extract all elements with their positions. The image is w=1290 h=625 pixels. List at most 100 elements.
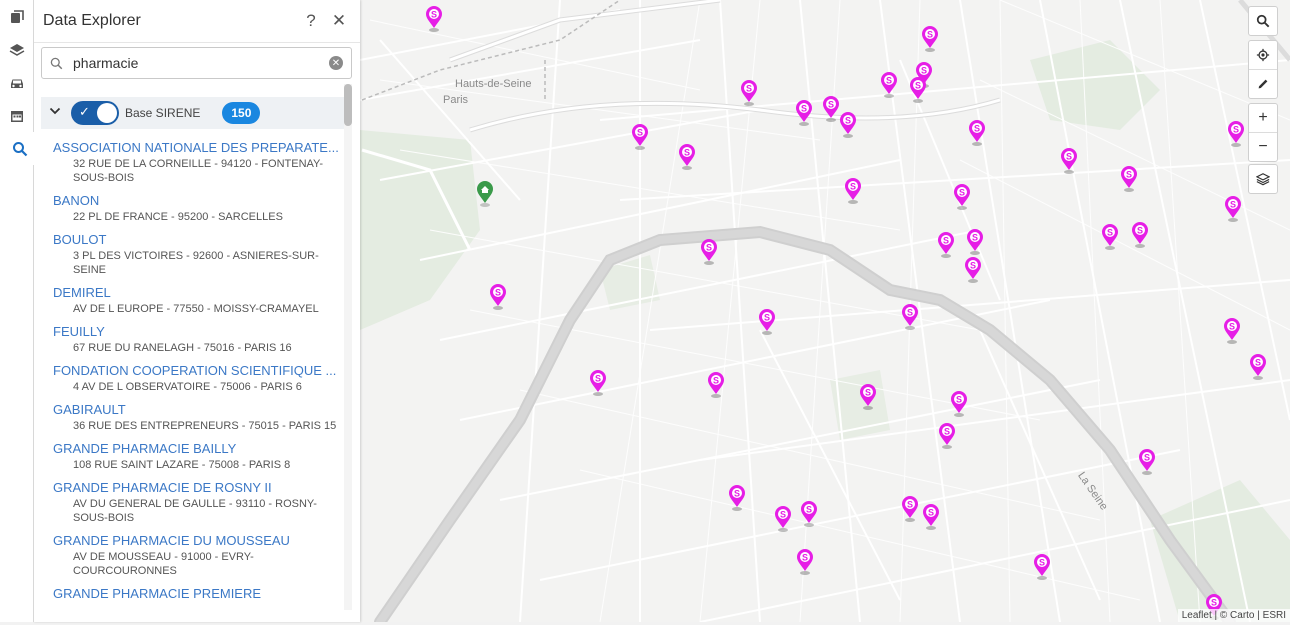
pharmacy-marker[interactable]: S [901,496,919,522]
pharmacy-marker[interactable]: S [1224,196,1242,222]
result-title[interactable]: GRANDE PHARMACIE DU MOUSSEAU [53,533,343,548]
list-item[interactable]: FONDATION COOPERATION SCIENTIFIQUE ... 4 … [53,363,343,394]
home-marker[interactable] [476,181,494,207]
pharmacy-marker[interactable]: S [938,423,956,449]
check-icon: ✓ [79,104,90,119]
list-item[interactable]: GRANDE PHARMACIE DU MOUSSEAU AV DE MOUSSE… [53,533,343,578]
list-item[interactable]: GRANDE PHARMACIE DE ROSNY II AV DU GENERA… [53,480,343,525]
pharmacy-marker[interactable]: S [1101,224,1119,250]
svg-text:S: S [928,508,934,518]
svg-text:S: S [972,233,978,243]
scrollbar[interactable] [344,84,352,610]
result-address: AV DU GENERAL DE GAULLE - 93110 - ROSNY-… [73,498,317,524]
pharmacy-marker[interactable]: S [1120,166,1138,192]
pharmacy-marker[interactable]: S [1227,121,1245,147]
pharmacy-marker[interactable]: S [1033,554,1051,580]
search-icon[interactable] [0,132,36,165]
pharmacy-marker[interactable]: S [707,372,725,398]
locate-button[interactable] [1249,41,1277,69]
pharmacy-marker[interactable]: S [964,257,982,283]
list-item[interactable]: GRANDE PHARMACIE PREMIERE [53,586,343,601]
layer-row: ✓ Base SIRENE 150 [41,97,345,129]
layers-icon[interactable] [0,33,33,66]
result-count-badge: 150 [222,102,261,124]
pharmacy-marker[interactable]: S [921,26,939,52]
car-icon[interactable] [0,66,33,99]
pharmacy-marker[interactable]: S [678,144,696,170]
search-input[interactable] [71,54,329,72]
result-title[interactable]: GRANDE PHARMACIE BAILLY [53,441,343,456]
pharmacy-marker[interactable]: S [950,391,968,417]
pharmacy-marker[interactable]: S [859,384,877,410]
list-item[interactable]: BANON 22 PL DE FRANCE - 95200 - SARCELLES [53,193,343,224]
result-title[interactable]: FEUILLY [53,324,343,339]
chevron-down-icon[interactable] [49,104,61,122]
result-title[interactable]: FONDATION COOPERATION SCIENTIFIQUE ... [53,363,343,378]
zoom-out-button[interactable]: − [1249,132,1277,161]
pharmacy-marker[interactable]: S [774,506,792,532]
list-item[interactable]: BOULOT 3 PL DES VICTOIRES - 92600 - ASNIE… [53,232,343,277]
layer-toggle[interactable]: ✓ [71,101,119,125]
pharmacy-marker[interactable]: S [631,124,649,150]
pharmacy-marker[interactable]: S [922,504,940,530]
svg-text:S: S [802,553,808,563]
pharmacy-marker[interactable]: S [795,100,813,126]
map-search-button[interactable] [1249,7,1277,35]
pharmacy-marker[interactable]: S [800,501,818,527]
help-button[interactable]: ? [300,10,322,32]
pharmacy-marker[interactable]: S [740,80,758,106]
pharmacy-marker[interactable]: S [489,284,507,310]
result-title[interactable]: GRANDE PHARMACIE PREMIERE [53,586,343,601]
result-title[interactable]: BANON [53,193,343,208]
list-item[interactable]: DEMIREL AV DE L EUROPE - 77550 - MOISSY-C… [53,285,343,316]
result-title[interactable]: DEMIREL [53,285,343,300]
clear-search-icon[interactable]: ✕ [329,56,343,70]
pharmacy-marker[interactable]: S [589,370,607,396]
list-item[interactable]: GRANDE PHARMACIE BAILLY 108 RUE SAINT LAZ… [53,441,343,472]
pharmacy-marker[interactable]: S [758,309,776,335]
close-button[interactable]: ✕ [328,10,350,32]
list-item[interactable]: FEUILLY 67 RUE DU RANELAGH - 75016 - PARI… [53,324,343,355]
pharmacy-marker[interactable]: S [937,232,955,258]
pharmacy-marker[interactable]: S [1131,222,1149,248]
result-title[interactable]: GRANDE PHARMACIE DE ROSNY II [53,480,343,495]
pharmacy-marker[interactable]: S [839,112,857,138]
svg-text:S: S [1211,598,1217,608]
stack-icon[interactable] [0,0,33,33]
result-title[interactable]: GABIRAULT [53,402,343,417]
pharmacy-marker[interactable]: S [1138,449,1156,475]
pharmacy-marker[interactable]: S [728,485,746,511]
pharmacy-marker[interactable]: S [425,6,443,32]
svg-text:S: S [684,148,690,158]
data-explorer-panel: Data Explorer ? ✕ ✕ ✓ Base SIRENE 150 AS… [33,0,360,622]
pharmacy-marker[interactable]: S [968,120,986,146]
svg-text:S: S [706,243,712,253]
result-title[interactable]: BOULOT [53,232,343,247]
pharmacy-marker[interactable]: S [1249,354,1267,380]
basemap-layers-button[interactable] [1249,165,1277,193]
pharmacy-marker[interactable]: S [953,184,971,210]
pharmacy-marker[interactable]: S [909,77,927,103]
pharmacy-marker[interactable]: S [880,72,898,98]
pharmacy-marker[interactable]: S [1223,318,1241,344]
svg-text:S: S [1039,558,1045,568]
result-title[interactable]: ASSOCIATION NATIONALE DES PREPARATE... [53,140,343,155]
pharmacy-marker[interactable]: S [796,549,814,575]
svg-text:S: S [921,66,927,76]
map-attribution[interactable]: Leaflet | © Carto | ESRI [1177,609,1290,622]
result-address: 32 RUE DE LA CORNEILLE - 94120 - FONTENA… [73,158,324,184]
pharmacy-marker[interactable]: S [966,229,984,255]
calendar-icon[interactable] [0,99,33,132]
pharmacy-marker[interactable]: S [700,239,718,265]
pharmacy-marker[interactable]: S [822,96,840,122]
zoom-in-button[interactable]: + [1249,104,1277,132]
pharmacy-marker[interactable]: S [844,178,862,204]
draw-button[interactable] [1249,69,1277,98]
scroll-thumb[interactable] [344,84,352,126]
list-item[interactable]: ASSOCIATION NATIONALE DES PREPARATE... 32… [53,140,343,185]
search-icon [1256,14,1270,28]
pharmacy-marker[interactable]: S [901,304,919,330]
svg-text:S: S [907,500,913,510]
list-item[interactable]: GABIRAULT 36 RUE DES ENTREPRENEURS - 7501… [53,402,343,433]
pharmacy-marker[interactable]: S [1060,148,1078,174]
